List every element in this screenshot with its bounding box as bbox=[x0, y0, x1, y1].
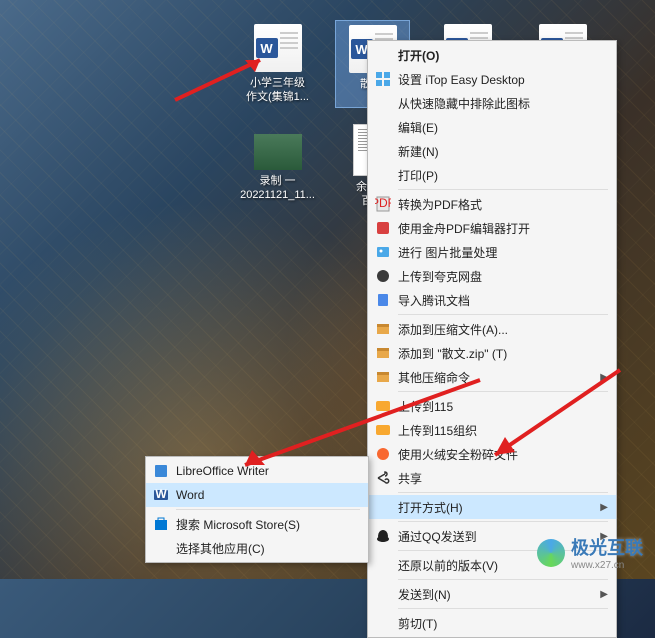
submenu-item-search-store[interactable]: 搜索 Microsoft Store(S) bbox=[146, 512, 368, 536]
svg-text:PDF: PDF bbox=[375, 196, 391, 210]
chevron-right-icon: ▶ bbox=[600, 502, 608, 513]
menu-item-new[interactable]: 新建(N) bbox=[368, 139, 616, 163]
desktop-icon-video[interactable]: 录制 一20221121_11... bbox=[240, 120, 315, 212]
svg-text:W: W bbox=[155, 487, 167, 501]
cloud-icon bbox=[372, 267, 394, 285]
archive-icon bbox=[372, 344, 394, 362]
menu-separator bbox=[398, 492, 608, 493]
word-icon: W bbox=[254, 24, 302, 72]
store-icon bbox=[150, 515, 172, 533]
menu-separator bbox=[398, 579, 608, 580]
menu-item-send-to[interactable]: 发送到(N) ▶ bbox=[368, 582, 616, 606]
video-thumbnail-icon bbox=[254, 134, 302, 170]
menu-item-kuake[interactable]: 上传到夸克网盘 bbox=[368, 264, 616, 288]
submenu-item-word[interactable]: W Word bbox=[146, 483, 368, 507]
menu-item-quick-hide[interactable]: 从快速隐藏中排除此图标 bbox=[368, 91, 616, 115]
menu-item-batch-img[interactable]: 进行 图片批量处理 bbox=[368, 240, 616, 264]
menu-separator bbox=[398, 314, 608, 315]
icon-label: 小学三年级作文(集锦1... bbox=[246, 76, 309, 104]
desktop: W 小学三年级作文(集锦1... W 散文. W W bbox=[0, 0, 655, 579]
menu-item-open[interactable]: 打开(O) bbox=[368, 43, 616, 67]
share-icon bbox=[372, 469, 394, 487]
watermark: 极光互联 www.x27.cn bbox=[537, 534, 643, 571]
menu-item-huorong[interactable]: 使用火绒安全粉碎文件 bbox=[368, 442, 616, 466]
menu-item-open-with[interactable]: 打开方式(H) ▶ bbox=[368, 495, 616, 519]
menu-item-compress-a[interactable]: 添加到压缩文件(A)... bbox=[368, 317, 616, 341]
word-icon: W bbox=[150, 486, 172, 504]
menu-item-share[interactable]: 共享 bbox=[368, 466, 616, 490]
menu-item-other-compress[interactable]: 其他压缩命令 ▶ bbox=[368, 365, 616, 389]
image-batch-icon bbox=[372, 243, 394, 261]
pdf-icon: PDF bbox=[372, 195, 394, 213]
menu-separator bbox=[398, 608, 608, 609]
archive-icon bbox=[372, 368, 394, 386]
shred-icon bbox=[372, 445, 394, 463]
menu-item-tencent[interactable]: 导入腾讯文档 bbox=[368, 288, 616, 312]
tencent-docs-icon bbox=[372, 291, 394, 309]
menu-separator bbox=[398, 189, 608, 190]
menu-item-compress-zip[interactable]: 添加到 "散文.zip" (T) bbox=[368, 341, 616, 365]
115-icon bbox=[372, 397, 394, 415]
watermark-logo-icon bbox=[537, 539, 565, 567]
menu-item-jinzhou[interactable]: 使用金舟PDF编辑器打开 bbox=[368, 216, 616, 240]
grid-icon bbox=[372, 70, 394, 88]
submenu-item-choose-other[interactable]: 选择其他应用(C) bbox=[146, 536, 368, 560]
archive-icon bbox=[372, 320, 394, 338]
chevron-right-icon: ▶ bbox=[600, 589, 608, 600]
qq-icon bbox=[372, 527, 394, 545]
menu-separator bbox=[398, 391, 608, 392]
menu-item-itop[interactable]: 设置 iTop Easy Desktop bbox=[368, 67, 616, 91]
menu-item-to-pdf[interactable]: PDF 转换为PDF格式 bbox=[368, 192, 616, 216]
open-with-submenu: LibreOffice Writer W Word 搜索 Microsoft S… bbox=[145, 456, 369, 563]
menu-item-edit[interactable]: 编辑(E) bbox=[368, 115, 616, 139]
menu-separator bbox=[398, 521, 608, 522]
menu-separator bbox=[176, 509, 360, 510]
menu-item-upload-115-org[interactable]: 上传到115组织 bbox=[368, 418, 616, 442]
pdf-editor-icon bbox=[372, 219, 394, 237]
menu-item-upload-115[interactable]: 上传到115 bbox=[368, 394, 616, 418]
chevron-right-icon: ▶ bbox=[600, 372, 608, 383]
icon-label: 录制 一20221121_11... bbox=[240, 174, 315, 202]
menu-item-print[interactable]: 打印(P) bbox=[368, 163, 616, 187]
menu-item-cut[interactable]: 剪切(T) bbox=[368, 611, 616, 635]
libreoffice-icon bbox=[150, 462, 172, 480]
115-icon bbox=[372, 421, 394, 439]
submenu-item-libreoffice[interactable]: LibreOffice Writer bbox=[146, 459, 368, 483]
desktop-icon-file-1[interactable]: W 小学三年级作文(集锦1... bbox=[240, 20, 315, 108]
